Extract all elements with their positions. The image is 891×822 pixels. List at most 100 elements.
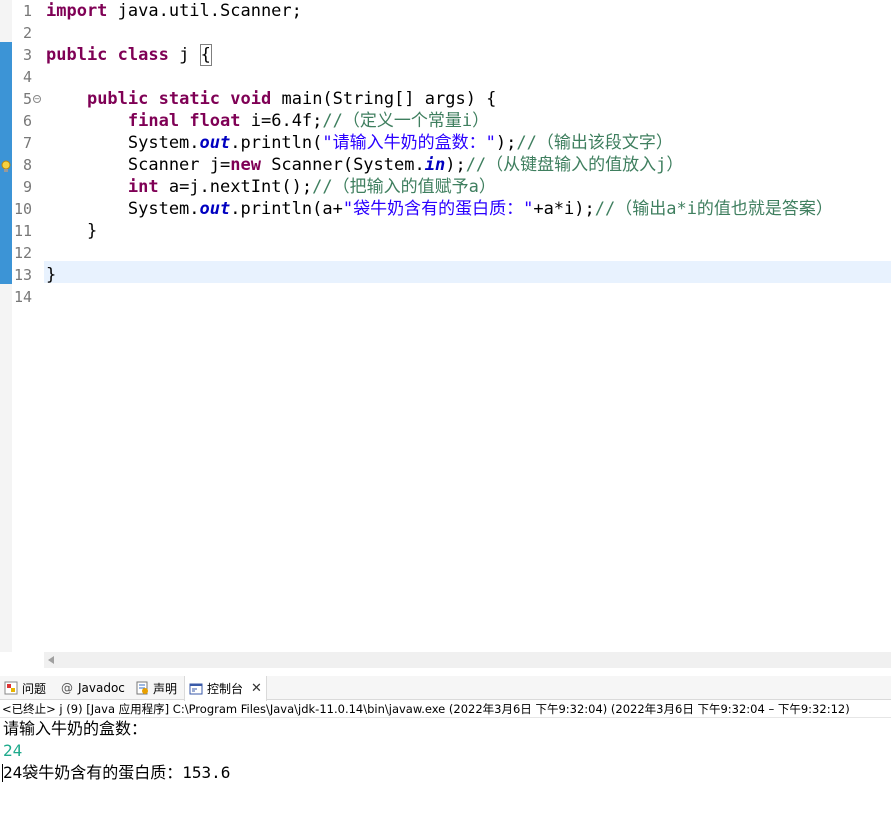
line-number: 11: [13, 222, 32, 240]
code-line: 12: [0, 242, 891, 264]
fold-collapse-icon[interactable]: −: [33, 95, 41, 103]
code-token: float: [189, 111, 241, 131]
tab-javadoc[interactable]: @ Javadoc: [60, 676, 125, 700]
console-tab-bar: 问题 @ Javadoc 声明 控制台 ✕: [0, 676, 891, 701]
code-text: System.out.println("请输入牛奶的盒数：");//（输出该段文…: [46, 132, 673, 154]
code-line: 7 System.out.println("请输入牛奶的盒数：");//（输出该…: [0, 132, 891, 154]
line-number: 4: [22, 68, 32, 86]
code-token: static: [158, 89, 221, 109]
problems-icon: [4, 681, 18, 695]
code-token: i=6.4f;: [240, 111, 323, 131]
code-token: //（定义一个常量i）: [322, 111, 490, 131]
code-text: int a=j.nextInt();//（把输入的值赋予a）: [46, 176, 496, 198]
code-token: main(String[] args) {: [271, 89, 497, 109]
code-token: //（把输入的值赋予a）: [312, 177, 496, 197]
code-line: 13}: [0, 264, 891, 286]
code-token: out: [199, 199, 231, 219]
code-text: final float i=6.4f;//（定义一个常量i）: [46, 110, 489, 132]
code-token: final: [127, 111, 180, 131]
console-output-line: 24袋牛奶含有的蛋白质：153.6: [3, 763, 231, 782]
code-editor[interactable]: 1 import java.util.Scanner; 2 3 public class…: [0, 0, 891, 652]
line-number: 6: [22, 112, 32, 130]
declaration-icon: [135, 681, 149, 695]
horizontal-scrollbar[interactable]: [44, 652, 891, 668]
code-token: }: [46, 265, 57, 285]
code-token: .println(a+: [230, 199, 343, 219]
code-text: }: [46, 220, 97, 242]
code-line: 6 final float i=6.4f;//（定义一个常量i）: [0, 110, 891, 132]
tab-declaration[interactable]: 声明: [135, 676, 177, 700]
console-input-echo: 24: [3, 741, 23, 760]
code-token: import: [46, 1, 108, 21]
code-token: public: [86, 89, 149, 109]
code-token: j: [168, 45, 200, 65]
line-number: 12: [13, 244, 32, 262]
code-line: 9 int a=j.nextInt();//（把输入的值赋予a）: [0, 176, 891, 198]
line-number: 8: [22, 156, 32, 174]
console-output[interactable]: 请输入牛奶的盒数： 24 24袋牛奶含有的蛋白质：153.6: [0, 718, 891, 822]
at-icon: @: [61, 681, 73, 695]
console-status-line: <已终止> j (9) [Java 应用程序] C:\Program Files…: [0, 700, 891, 718]
code-line: 10 System.out.println(a+"袋牛奶含有的蛋白质："+a*i…: [0, 198, 891, 220]
code-line: 11 }: [0, 220, 891, 242]
code-token: );: [495, 133, 517, 153]
code-text: }: [46, 264, 56, 286]
code-token: in: [424, 155, 446, 175]
code-token: //（输出该段文字）: [516, 133, 673, 153]
tab-label: 控制台: [207, 682, 244, 696]
line-number: 13: [13, 266, 32, 284]
console-output-line: 请输入牛奶的盒数：: [3, 719, 148, 738]
code-line: 3 public class j {: [0, 44, 891, 66]
code-line: 5− public static void main(String[] args…: [0, 88, 891, 110]
code-token: class: [117, 45, 169, 65]
close-icon[interactable]: ✕: [251, 681, 262, 696]
warning-lightbulb-icon[interactable]: [0, 158, 12, 172]
code-token: +a*i);: [533, 199, 595, 219]
code-token: System.: [46, 133, 200, 153]
tab-console[interactable]: 控制台 ✕: [184, 676, 267, 701]
code-text: Scanner j=new Scanner(System.in);//（从键盘输…: [46, 154, 684, 176]
code-token: new: [230, 155, 261, 175]
code-token: int: [127, 177, 159, 197]
line-number: 3: [22, 46, 32, 64]
code-token: "请输入牛奶的盒数：": [322, 133, 496, 153]
scroll-left-arrow-icon[interactable]: [48, 656, 54, 664]
code-line: 2: [0, 22, 891, 44]
line-number: 7: [22, 134, 32, 152]
line-number: 2: [22, 24, 32, 42]
tab-problems[interactable]: 问题: [4, 676, 46, 700]
tab-label: Javadoc: [78, 681, 125, 695]
console-icon: [189, 682, 203, 696]
code-text: System.out.println(a+"袋牛奶含有的蛋白质："+a*i);/…: [46, 198, 833, 220]
text-cursor: [2, 764, 3, 782]
line-number: 9: [22, 178, 32, 196]
code-line: 14: [0, 286, 891, 308]
code-token: java.util.Scanner;: [107, 1, 302, 21]
line-number: 1: [22, 2, 32, 20]
code-line: 4: [0, 66, 891, 88]
code-text: import java.util.Scanner;: [46, 0, 302, 22]
code-token: void: [230, 89, 272, 109]
code-text: public class j {: [46, 44, 212, 66]
code-token: a=j.nextInt();: [158, 177, 313, 197]
line-number: 10: [13, 200, 32, 218]
code-token: System.: [46, 199, 200, 219]
code-token: .println(: [230, 133, 323, 153]
code-token: Scanner(System.: [260, 155, 425, 175]
code-token: Scanner j=: [46, 155, 231, 175]
code-token: );: [445, 155, 466, 175]
code-token: }: [46, 221, 98, 241]
code-line: 1 import java.util.Scanner;: [0, 0, 891, 22]
line-number: 14: [13, 288, 32, 306]
tab-label: 问题: [22, 681, 47, 696]
code-token: {: [199, 44, 212, 66]
code-token: //（输出a*i的值也就是答案）: [594, 199, 833, 219]
code-token: out: [199, 133, 231, 153]
code-token: "袋牛奶含有的蛋白质：": [342, 199, 534, 219]
